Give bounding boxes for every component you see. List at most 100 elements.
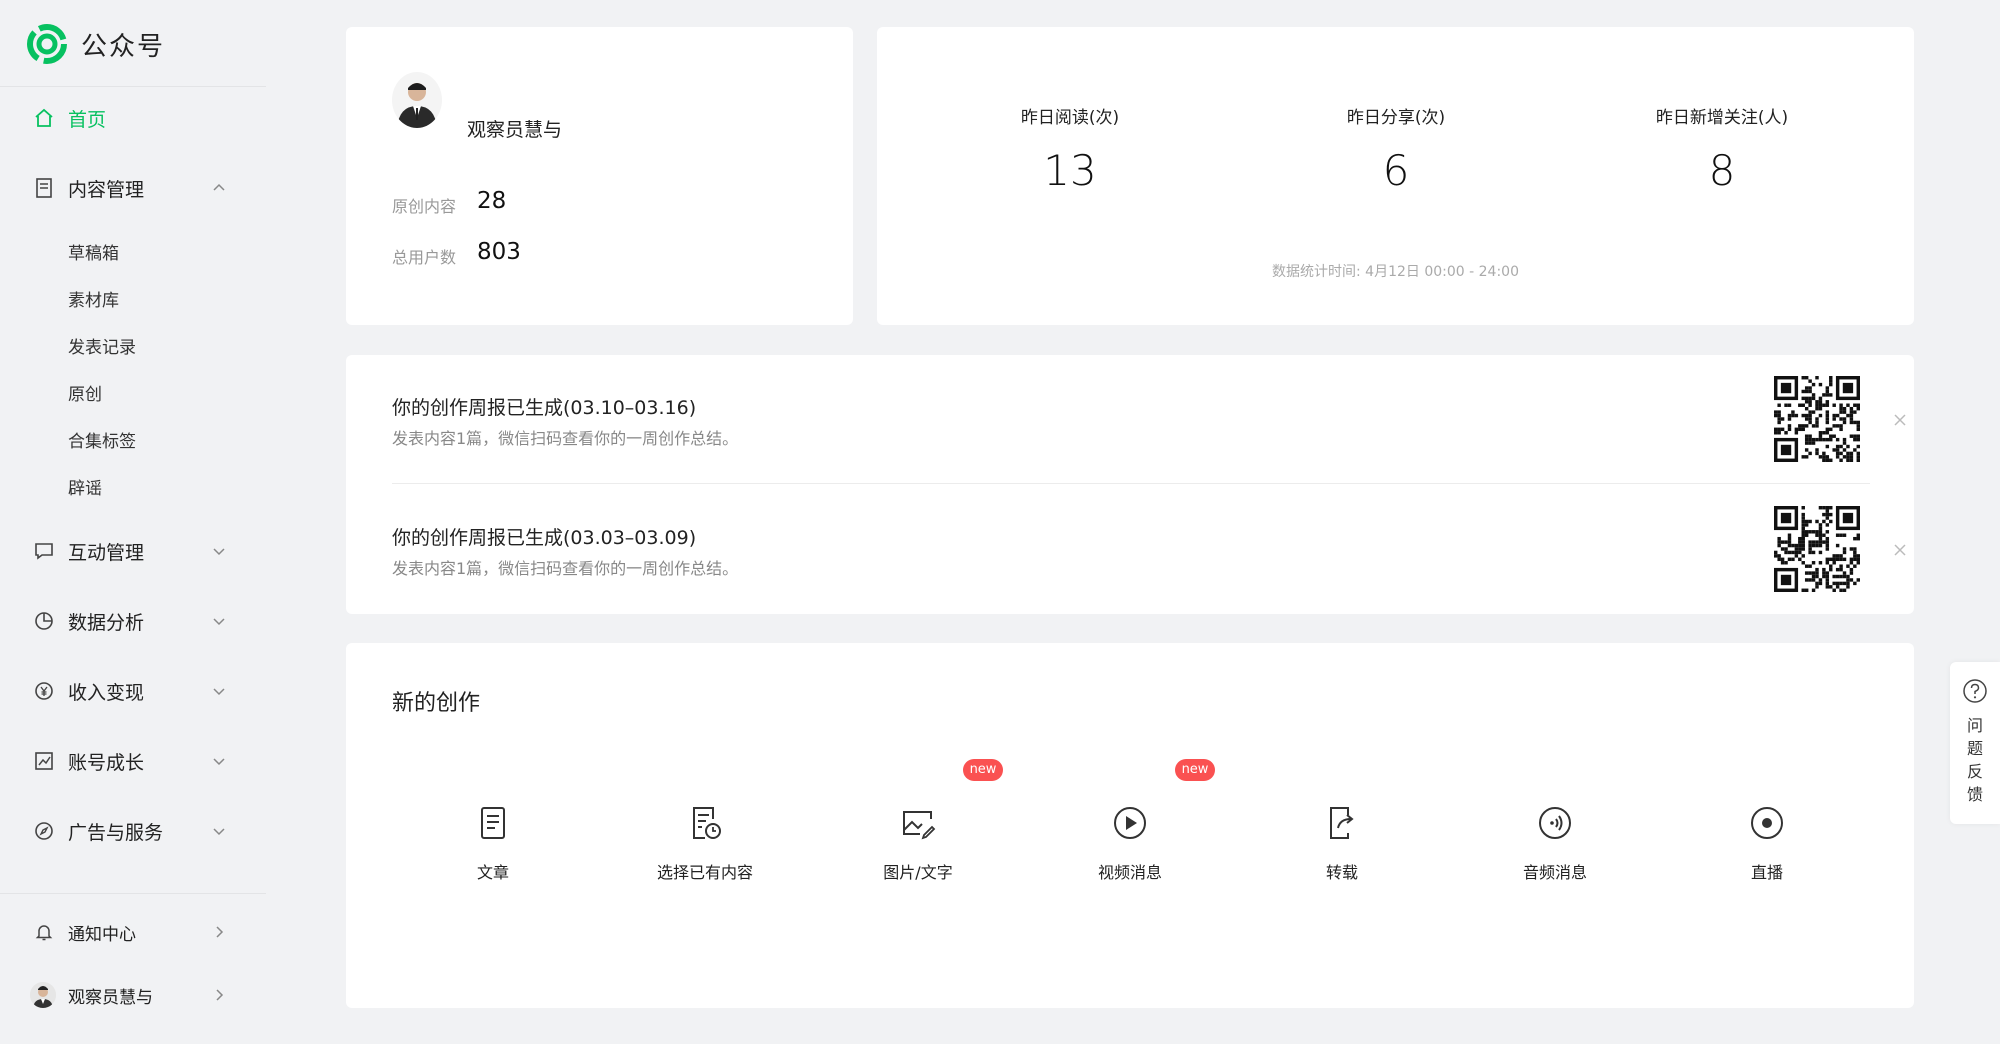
pie-chart-icon: [33, 610, 55, 632]
sidebar-divider: [0, 86, 266, 87]
original-content-label: 原创内容: [392, 197, 457, 216]
sidebar-subitem-publish-records[interactable]: 发表记录: [68, 333, 136, 358]
sidebar-item-label: 互动管理: [68, 541, 145, 564]
repost-icon: [1330, 807, 1354, 839]
sidebar-item-label: 账号成长: [68, 751, 145, 774]
new-badge: new: [1175, 759, 1215, 781]
tool-label: 图片/文字: [883, 863, 953, 882]
sidebar-item-label: 数据分析: [68, 611, 145, 634]
original-content-value[interactable]: 28: [477, 188, 506, 214]
chevron-down-icon: [213, 758, 225, 766]
trend-chart-icon: [33, 750, 55, 772]
total-users-label: 总用户数: [392, 248, 457, 267]
sidebar-item-ads[interactable]: 广告与服务: [0, 809, 266, 853]
feedback-tab[interactable]: 问 题 反 馈: [1950, 662, 2000, 824]
stat-label: 昨日新增关注(人): [1655, 108, 1789, 128]
live-icon: [1751, 807, 1783, 839]
sidebar-item-notifications[interactable]: 通知中心: [0, 910, 266, 954]
create-live-button[interactable]: 直播: [1682, 805, 1852, 895]
brand-name: 公众号: [81, 31, 166, 62]
sidebar-subitem-materials[interactable]: 素材库: [68, 286, 119, 311]
video-play-icon: [1114, 807, 1146, 839]
tool-label: 直播: [1750, 863, 1783, 882]
sidebar-item-label: 观察员慧与: [68, 987, 153, 1008]
sidebar-item-monetize[interactable]: 收入变现: [0, 669, 266, 713]
notice-title: 你的创作周报已生成(03.10–03.16): [392, 397, 697, 419]
sidebar-item-growth[interactable]: 账号成长: [0, 739, 266, 783]
question-icon: [1963, 679, 1987, 703]
chevron-right-icon: [216, 989, 224, 1001]
chevron-down-icon: [213, 828, 225, 836]
chevron-down-icon: [213, 618, 225, 626]
notice-title: 你的创作周报已生成(03.03–03.09): [392, 527, 697, 549]
wechat-logo-icon: [27, 24, 67, 64]
sidebar-subitem-rumor-debunk[interactable]: 辟谣: [68, 474, 102, 499]
stat-label: 昨日阅读(次): [1020, 108, 1120, 128]
sidebar-item-label: 广告与服务: [68, 821, 164, 844]
sidebar-item-interaction[interactable]: 互动管理: [0, 529, 266, 573]
document-icon: [33, 177, 55, 199]
chevron-down-icon: [213, 548, 225, 556]
stat-reads[interactable]: 昨日阅读(次) 13: [950, 103, 1190, 195]
chevron-right-icon: [216, 926, 224, 938]
create-article-button[interactable]: 文章: [408, 805, 578, 895]
sidebar-item-account[interactable]: 观察员慧与: [0, 973, 266, 1017]
create-audio-button[interactable]: 音频消息: [1470, 805, 1640, 895]
stat-shares[interactable]: 昨日分享(次) 6: [1276, 103, 1516, 195]
sidebar: 公众号 首页 内容管理 草稿箱 素材库 发表记录 原创 合集标签 辟谣 互动管理…: [0, 0, 266, 1044]
brand[interactable]: 公众号: [27, 24, 165, 64]
chevron-up-icon: [213, 183, 225, 191]
tool-label: 转载: [1325, 863, 1358, 882]
divider: [392, 483, 1870, 484]
stat-new-follows[interactable]: 昨日新增关注(人) 8: [1602, 103, 1842, 195]
profile-card: 观察员慧与 原创内容 28 总用户数 803: [346, 27, 853, 325]
image-text-icon: [903, 811, 936, 840]
stat-value: 13: [1043, 146, 1097, 195]
notice-description: 发表内容1篇，微信扫码查看你的一周创作总结。: [392, 429, 739, 448]
weekly-report-notice: 你的创作周报已生成(03.10–03.16) 发表内容1篇，微信扫码查看你的一周…: [392, 355, 1906, 462]
sidebar-item-label: 通知中心: [68, 924, 136, 945]
sidebar-subitem-drafts[interactable]: 草稿箱: [68, 239, 119, 264]
create-repost-button[interactable]: 转载: [1257, 805, 1427, 895]
sidebar-subitem-collection-tags[interactable]: 合集标签: [68, 427, 136, 452]
audio-icon: [1539, 807, 1571, 839]
qr-code: [1774, 376, 1860, 462]
message-icon: [33, 540, 55, 562]
notice-description: 发表内容1篇，微信扫码查看你的一周创作总结。: [392, 559, 739, 578]
avatar: [30, 982, 56, 1008]
section-title: 新的创作: [392, 691, 481, 716]
feedback-label: 问 题 反 馈: [1966, 716, 1983, 804]
sidebar-item-label: 收入变现: [68, 681, 145, 704]
create-video-button[interactable]: 视频消息: [1045, 805, 1215, 895]
weekly-report-notice: 你的创作周报已生成(03.03–03.09) 发表内容1篇，微信扫码查看你的一周…: [392, 485, 1906, 592]
create-existing-content-button[interactable]: 选择已有内容: [620, 805, 790, 895]
account-name: 观察员慧与: [467, 119, 563, 141]
sidebar-subitem-original[interactable]: 原创: [68, 380, 102, 405]
bell-icon: [33, 921, 55, 943]
stats-time-note: 数据统计时间: 4月12日 00:00 - 24:00: [1272, 264, 1519, 280]
new-creation-card: 新的创作 new new 文章 选择已有内容 图片/文字 视频消息 转载 音频消…: [346, 643, 1914, 1008]
chevron-down-icon: [213, 688, 225, 696]
weekly-report-card: 你的创作周报已生成(03.10–03.16) 发表内容1篇，微信扫码查看你的一周…: [346, 355, 1914, 614]
existing-content-icon: [693, 807, 721, 839]
sidebar-divider: [0, 893, 266, 894]
stat-value: 8: [1708, 146, 1736, 195]
tool-label: 文章: [476, 863, 509, 882]
sidebar-item-label: 首页: [68, 108, 107, 131]
avatar[interactable]: [392, 72, 442, 128]
sidebar-item-content[interactable]: 内容管理: [0, 166, 266, 210]
sidebar-item-analytics[interactable]: 数据分析: [0, 599, 266, 643]
sidebar-item-home[interactable]: 首页: [0, 96, 266, 140]
stats-card: 昨日阅读(次) 13 昨日分享(次) 6 昨日新增关注(人) 8 数据统计时间:…: [877, 27, 1914, 325]
tool-label: 视频消息: [1097, 863, 1162, 882]
tool-label: 选择已有内容: [656, 863, 753, 882]
compass-icon: [33, 820, 55, 842]
yuan-icon: [33, 680, 55, 702]
article-icon: [481, 807, 505, 839]
create-image-text-button[interactable]: 图片/文字: [833, 805, 1003, 895]
close-icon[interactable]: [1892, 542, 1908, 558]
sidebar-item-label: 内容管理: [68, 178, 145, 201]
close-icon[interactable]: [1892, 412, 1908, 428]
tool-label: 音频消息: [1522, 863, 1587, 882]
total-users-value[interactable]: 803: [477, 239, 521, 265]
